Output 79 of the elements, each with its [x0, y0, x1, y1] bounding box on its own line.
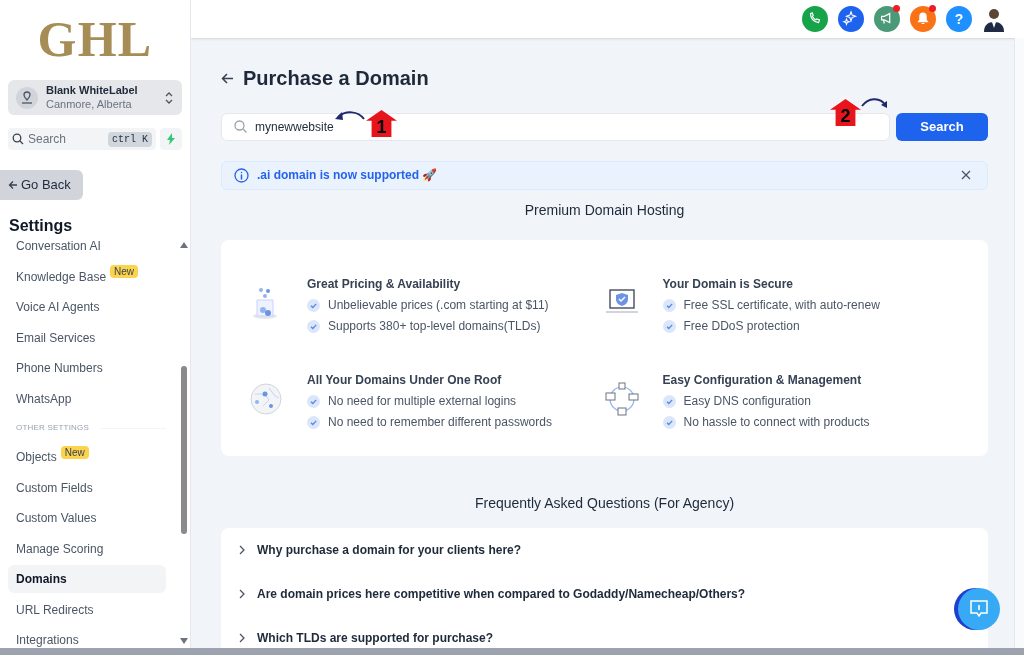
account-name: Blank WhiteLabel	[46, 83, 139, 98]
banner-text: .ai domain is now supported 🚀	[257, 167, 439, 185]
account-switcher[interactable]: Blank WhiteLabel Canmore, Alberta	[8, 80, 182, 115]
search-input[interactable]: Search	[28, 130, 104, 148]
megaphone-button[interactable]	[874, 6, 900, 32]
bell-button[interactable]	[910, 6, 936, 32]
nav-item[interactable]: Phone Numbers	[8, 354, 166, 383]
faq-title: Frequently Asked Questions (For Agency)	[473, 494, 736, 513]
nav-item[interactable]: Voice AI Agents	[8, 293, 166, 322]
sparkle-button[interactable]	[838, 6, 864, 32]
section-label: OTHER SETTINGS	[16, 422, 90, 434]
feature-point: Supports 380+ top-level domains(TLDs)	[328, 318, 541, 334]
nav-item[interactable]: Domains	[8, 565, 166, 594]
feature-title: Great Pricing & Availability	[307, 276, 462, 292]
search-icon	[12, 133, 24, 145]
feature-point: No hassle to connect with products	[683, 414, 870, 430]
shortcut-hint: ctrl K	[108, 131, 152, 147]
back-arrow-button[interactable]	[221, 71, 235, 85]
check-circle-icon	[307, 415, 320, 429]
section-title: Premium Domain Hosting	[523, 201, 686, 220]
feature-point: Free SSL certificate, with auto-renew	[683, 297, 880, 313]
check-circle-icon	[662, 319, 676, 333]
scroll-up-icon	[180, 242, 188, 248]
check-circle-icon	[307, 319, 320, 333]
feature-title: Easy Configuration & Management	[662, 372, 863, 388]
chevron-right-icon	[237, 589, 247, 599]
feature-point: No need to remember different passwords	[328, 414, 552, 430]
feature-point: Easy DNS configuration	[683, 393, 811, 409]
feature-title: Your Domain is Secure	[662, 276, 794, 292]
check-circle-icon	[662, 394, 676, 408]
check-circle-icon	[307, 394, 320, 408]
nav-item[interactable]: Integrations	[8, 626, 166, 648]
check-circle-icon	[662, 298, 676, 312]
new-badge: New	[60, 445, 89, 459]
chat-info-icon	[968, 598, 990, 620]
nav-item[interactable]: Conversation AI	[8, 238, 166, 261]
feature-title: All Your Domains Under One Roof	[307, 372, 503, 388]
faq-item[interactable]: Which TLDs are supported for purchase?	[237, 628, 494, 648]
nav-item[interactable]: Custom Fields	[8, 473, 166, 502]
check-circle-icon	[662, 415, 676, 429]
nav-item[interactable]: Manage Scoring	[8, 534, 166, 563]
feature-point: No need for multiple external logins	[328, 393, 517, 409]
info-icon	[234, 167, 249, 183]
faq-item[interactable]: Why purchase a domain for your clients here?	[237, 540, 522, 560]
network-illustration-icon	[604, 382, 639, 416]
phone-button[interactable]	[802, 6, 828, 32]
nav-item[interactable]: Custom Values	[8, 504, 166, 533]
search-icon	[234, 120, 247, 134]
back-button[interactable]: Go Back	[0, 170, 83, 200]
close-icon	[961, 170, 971, 181]
scrollbar-thumb[interactable]	[181, 366, 187, 534]
check-circle-icon	[307, 298, 320, 312]
faq-item[interactable]: Are domain prices here competitive when compared to Godaddy/Namecheap/Others?	[237, 584, 746, 604]
nav-item[interactable]: URL Redirects	[8, 595, 166, 624]
sparkle-icon	[842, 10, 860, 28]
nav-item[interactable]: Email Services	[8, 323, 166, 352]
search-box[interactable]: Search ctrl K	[8, 128, 156, 150]
chevron-right-icon	[237, 545, 247, 555]
back-arrow-icon	[221, 72, 234, 84]
feature-point: Free DDoS protection	[683, 318, 800, 334]
settings-heading: Settings	[9, 216, 74, 236]
chevron-right-icon	[237, 633, 247, 643]
lightning-icon	[166, 133, 176, 145]
nav-item[interactable]: Knowledge Base New	[8, 262, 166, 291]
back-arrow-icon	[8, 180, 18, 190]
globe-illustration-icon	[249, 382, 283, 416]
nav-item[interactable]: Objects New	[8, 443, 166, 472]
search-button[interactable]: Search	[896, 113, 988, 141]
location-icon	[16, 86, 38, 109]
chat-button[interactable]	[958, 588, 1000, 630]
account-location: Canmore, Alberta	[46, 97, 133, 112]
scrollbar-track[interactable]	[1014, 38, 1024, 648]
new-badge: New	[110, 265, 139, 279]
avatar-icon	[982, 6, 1006, 32]
logo: GHL	[37, 14, 153, 64]
feature-point: Unbelievable prices (.com starting at $11)	[328, 297, 549, 313]
nav-item[interactable]: WhatsApp	[8, 384, 166, 413]
page-title: Purchase a Domain	[243, 66, 429, 91]
scroll-down-icon	[180, 638, 188, 644]
